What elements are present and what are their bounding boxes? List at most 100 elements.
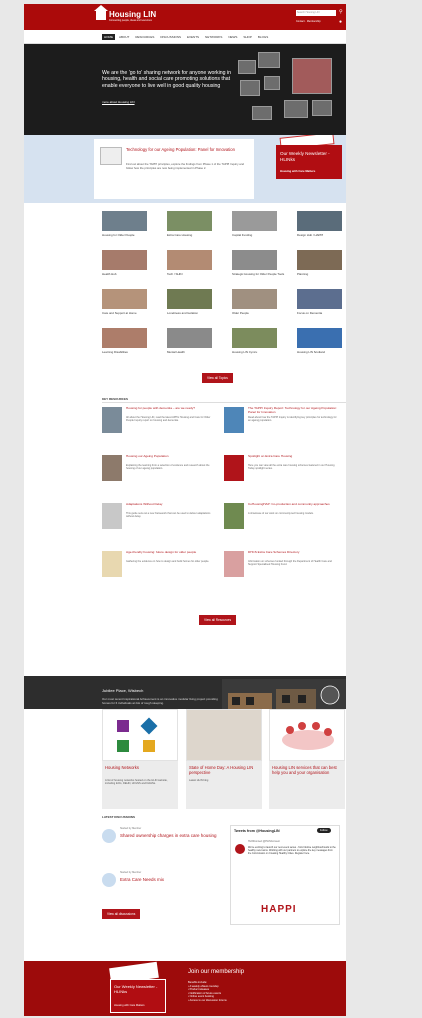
resource-title[interactable]: CoHousingHAP: Co-production and communit…	[248, 502, 340, 507]
topic-label[interactable]: Planning	[297, 272, 346, 276]
resource-title[interactable]: Housing for people with dementia – are w…	[126, 406, 218, 411]
topic-label[interactable]: Housing LIN Scotland	[297, 350, 346, 354]
resource-title[interactable]: Adaptations Without Delay	[126, 502, 218, 507]
topic-image[interactable]	[232, 328, 277, 348]
topic-label[interactable]: Strategic Housing for Older People Tools	[232, 272, 288, 276]
resource-title[interactable]: Age-friendly housing: future design for …	[126, 550, 218, 555]
tweet-author[interactable]: HLINConnect @HLINConnect	[248, 840, 280, 843]
featured-title[interactable]: Technology for our Ageing Population: Pa…	[126, 147, 246, 152]
topic-image[interactable]	[297, 328, 342, 348]
topic-label[interactable]: Tech / SHIN	[167, 272, 223, 276]
topic-tile[interactable]: Mental Health	[167, 328, 223, 361]
topic-tile[interactable]: Care and Support at Home	[102, 289, 158, 322]
resource-thumbnail[interactable]	[224, 455, 244, 481]
topic-label[interactable]: Care and Support at Home	[102, 311, 158, 315]
resource-item[interactable]: Housing for people with dementia – are w…	[102, 406, 224, 447]
follow-button[interactable]: Follow	[317, 828, 331, 833]
topic-label[interactable]: Housing for Older People	[102, 233, 158, 237]
topic-image[interactable]	[297, 211, 342, 231]
search-input[interactable]: Search Housing LIN	[296, 10, 336, 16]
topic-image[interactable]	[102, 250, 147, 270]
topic-label[interactable]: Capital Funding	[232, 233, 288, 237]
resource-thumbnail[interactable]	[224, 503, 244, 529]
newsletter-card[interactable]: Our Weekly Newsletter - HLINks Housing w…	[276, 145, 342, 179]
resource-item[interactable]: Age-friendly housing: future design for …	[102, 550, 224, 591]
resource-thumbnail[interactable]	[224, 551, 244, 577]
nav-item-about[interactable]: About	[117, 34, 131, 40]
topic-tile[interactable]: Health Hub	[102, 250, 158, 283]
topic-tile[interactable]: Housing LIN Scotland	[297, 328, 346, 361]
topic-label[interactable]: Housing LIN Cymru	[232, 350, 288, 354]
topic-tile[interactable]: Loneliness and Isolation	[167, 289, 223, 322]
topic-tile[interactable]: Focus on Dementia	[297, 289, 346, 322]
resource-title[interactable]: The TAPPI Inquiry Report: Technology for…	[248, 406, 340, 415]
topic-image[interactable]	[167, 289, 212, 309]
view-all-topics-button[interactable]: View all Topics	[202, 373, 233, 383]
card-title[interactable]: Housing Networks	[105, 765, 175, 770]
hero-more-link[interactable]: more about Housing LIN	[102, 100, 135, 104]
topic-image[interactable]	[167, 250, 212, 270]
topic-image[interactable]	[232, 250, 277, 270]
footer-newsletter-card[interactable]: Our Weekly Newsletter - HLINks Housing w…	[110, 979, 166, 1013]
nav-item-resources[interactable]: Resources	[133, 34, 156, 40]
discussion-title[interactable]: Shared ownership charges in extra care h…	[120, 833, 220, 839]
featured-card[interactable]: Technology for our Ageing Population: Pa…	[94, 139, 254, 199]
topic-tile[interactable]: Learning Disabilities	[102, 328, 158, 361]
resource-thumbnail[interactable]	[102, 407, 122, 433]
search-icon[interactable]: ⚲	[339, 9, 345, 15]
topic-image[interactable]	[232, 289, 277, 309]
discussion-item[interactable]: Started by Member Extra Care Needs mix	[102, 869, 222, 899]
topic-label[interactable]: Focus on Dementia	[297, 311, 346, 315]
join-title[interactable]: Join our membership	[188, 969, 244, 975]
card-title[interactable]: Housing LIN services that can best help …	[272, 765, 342, 775]
resource-thumbnail[interactable]	[102, 551, 122, 577]
card-title[interactable]: State of Home Day: A Housing LIN perspec…	[189, 765, 259, 775]
resource-item[interactable]: Housing our Ageing Population Explaining …	[102, 454, 224, 495]
jubilee-title[interactable]: Jubilee Place, Wisbech	[102, 688, 143, 693]
topic-label[interactable]: Extra Care Housing	[167, 233, 223, 237]
discussion-item[interactable]: Started by Member Shared ownership charg…	[102, 825, 222, 855]
tweet-image-text[interactable]: HAPPI	[261, 904, 297, 915]
services-card[interactable]: Housing LIN services that can best help …	[269, 709, 345, 809]
resource-item[interactable]: Spotlight on Extra Care Housing Here you …	[224, 454, 346, 495]
topic-label[interactable]: Mental Health	[167, 350, 223, 354]
resource-thumbnail[interactable]	[102, 455, 122, 481]
resource-thumbnail[interactable]	[224, 407, 244, 433]
resource-item[interactable]: Adaptations Without Delay This guide sets…	[102, 502, 224, 543]
topic-tile[interactable]: Housing for Older People	[102, 211, 158, 244]
resource-title[interactable]: Housing our Ageing Population	[126, 454, 218, 459]
topic-label[interactable]: Design Hub / HAPPI	[297, 233, 346, 237]
nav-item-news[interactable]: News	[226, 34, 239, 40]
topic-label[interactable]: Learning Disabilities	[102, 350, 158, 354]
resource-item[interactable]: DHCS Extra Care Schemes Directory Informa…	[224, 550, 346, 591]
topic-tile[interactable]: Tech / SHIN	[167, 250, 223, 283]
topic-image[interactable]	[167, 211, 212, 231]
user-icon[interactable]: ●	[339, 19, 342, 25]
resource-title[interactable]: Spotlight on Extra Care Housing	[248, 454, 340, 459]
nav-item-events[interactable]: Events	[185, 34, 201, 40]
topic-tile[interactable]: Design Hub / HAPPI	[297, 211, 346, 244]
nav-item-blogs[interactable]: Blogs	[256, 34, 270, 40]
resource-title[interactable]: DHCS Extra Care Schemes Directory	[248, 550, 340, 555]
topic-label[interactable]: Older People	[232, 311, 288, 315]
topic-label[interactable]: Health Hub	[102, 272, 158, 276]
topic-image[interactable]	[297, 289, 342, 309]
logo-text[interactable]: Housing LIN	[109, 10, 156, 19]
header-links[interactable]: Contact · Membership	[296, 20, 321, 23]
resource-thumbnail[interactable]	[102, 503, 122, 529]
topic-tile[interactable]: Capital Funding	[232, 211, 288, 244]
nav-item-shop[interactable]: Shop	[241, 34, 254, 40]
resource-item[interactable]: CoHousingHAP: Co-production and communit…	[224, 502, 346, 543]
topic-image[interactable]	[167, 328, 212, 348]
view-all-discussions-button[interactable]: View all discussions	[102, 909, 141, 919]
topic-image[interactable]	[232, 211, 277, 231]
nav-item-networks[interactable]: Networks	[203, 34, 224, 40]
nav-item-home[interactable]: Home	[102, 34, 115, 40]
resource-item[interactable]: The TAPPI Inquiry Report: Technology for…	[224, 406, 346, 447]
topic-image[interactable]	[297, 250, 342, 270]
topic-label[interactable]: Loneliness and Isolation	[167, 311, 223, 315]
view-all-resources-button[interactable]: View all Resources	[199, 615, 237, 625]
topic-tile[interactable]: Strategic Housing for Older People Tools	[232, 250, 288, 283]
nav-item-discussions[interactable]: Discussions	[158, 34, 183, 40]
house-logo-icon[interactable]	[94, 5, 108, 20]
